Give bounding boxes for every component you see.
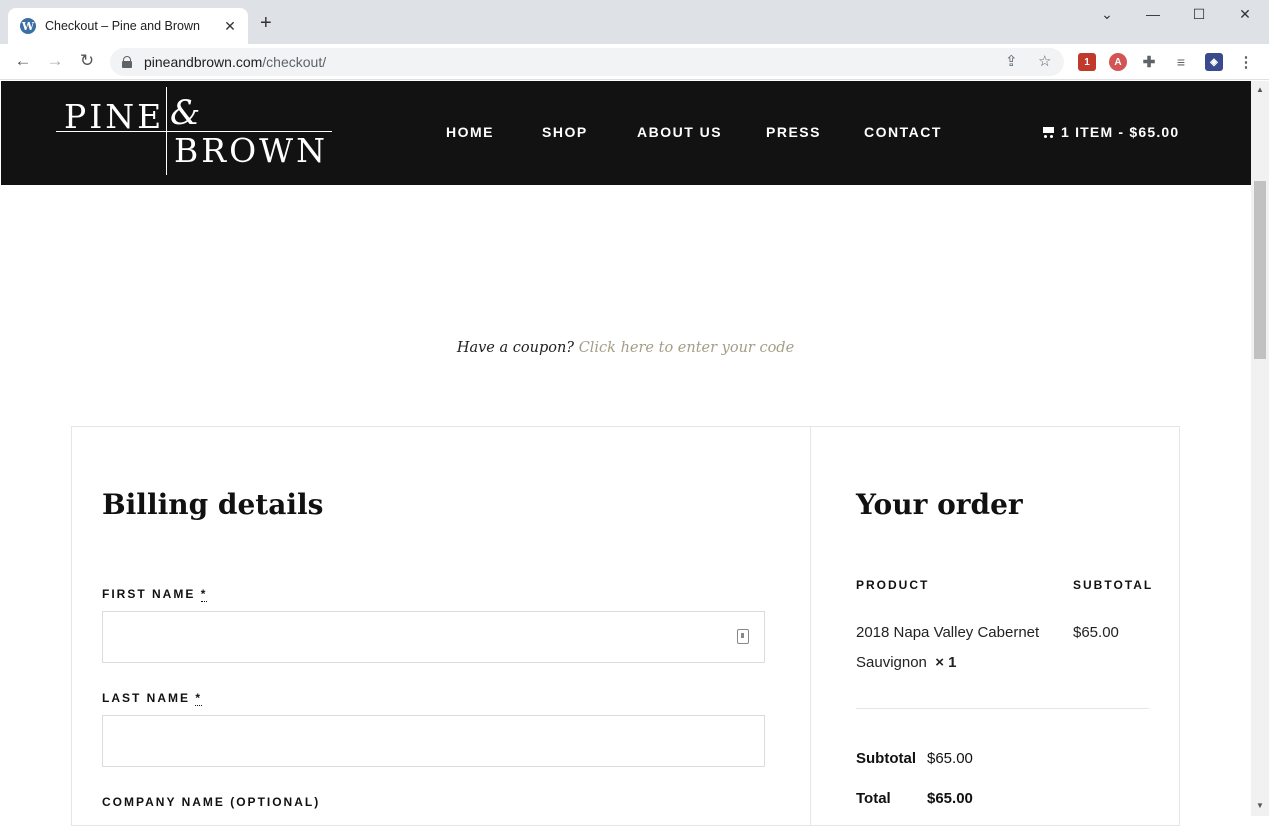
order-col-subtotal: SUBTOTAL [1073,578,1154,592]
back-icon[interactable]: ← [12,51,34,71]
autofill-contact-icon[interactable] [737,629,749,644]
cart-summary: 1 ITEM - $65.00 [1061,124,1180,140]
last-name-label: LAST NAME * [102,691,203,706]
lock-icon [122,56,132,68]
order-divider [856,708,1149,709]
subtotal-label: Subtotal [856,750,916,767]
nav-shop[interactable]: SHOP [542,124,588,140]
url-path: /checkout/ [262,54,327,70]
extension-badge-icon[interactable]: 1 [1078,53,1096,71]
billing-title: Billing details [102,488,324,521]
address-bar[interactable]: pineandbrown.com/checkout/ ⇪ ☆ [110,48,1064,76]
scroll-up-icon[interactable]: ▲ [1256,85,1264,94]
close-window-icon[interactable]: ✕ [1235,6,1255,23]
extension-a-icon[interactable]: A [1109,53,1127,71]
tab-title: Checkout – Pine and Brown [45,19,200,33]
logo-pine: PINE [64,97,165,136]
site-logo[interactable]: PINE & BROWN [56,85,336,175]
close-tab-icon[interactable]: ✕ [222,18,238,35]
share-icon[interactable]: ⇪ [1005,52,1018,70]
logo-ampersand: & [170,93,201,133]
scroll-thumb[interactable] [1254,181,1266,359]
first-name-input[interactable] [102,611,765,663]
wordpress-icon: W [20,18,36,34]
logo-brown: BROWN [174,131,328,170]
page-scrollbar[interactable]: ▲ ▼ [1251,81,1269,816]
browser-tab-bar: W Checkout – Pine and Brown ✕ + ⌄ — ☐ ✕ [0,0,1269,44]
browser-tab[interactable]: W Checkout – Pine and Brown ✕ [8,8,248,44]
coupon-prompt: Have a coupon? [456,340,575,356]
browser-toolbar: ← → ↻ pineandbrown.com/checkout/ ⇪ ☆ 1 A… [0,44,1269,80]
puzzle-icon[interactable]: ✚ [1140,53,1158,71]
forward-icon[interactable]: → [44,51,66,71]
order-title: Your order [856,488,1023,521]
menu-kebab-icon[interactable]: ⋮ [1237,53,1255,71]
total-label: Total [856,790,891,807]
extension-badge-count: 1 [1084,56,1090,68]
nav-home[interactable]: HOME [446,124,494,140]
required-mark: * [200,587,208,602]
order-product-qty: × 1 [935,654,957,671]
reading-list-icon[interactable]: ≡ [1172,53,1190,71]
new-tab-icon[interactable]: + [260,13,272,33]
bookmark-star-icon[interactable]: ☆ [1038,52,1051,70]
last-name-input[interactable] [102,715,765,767]
order-col-product: PRODUCT [856,578,930,592]
nav-contact[interactable]: CONTACT [864,124,942,140]
first-name-label: FIRST NAME * [102,587,208,602]
order-product-price: $65.00 [1073,624,1119,641]
coupon-notice: Have a coupon? Click here to enter your … [0,340,1251,356]
maximize-icon[interactable]: ☐ [1189,6,1209,23]
cart-icon [1041,126,1055,138]
profile-icon[interactable]: ◈ [1205,53,1223,71]
required-mark: * [195,691,203,706]
nav-press[interactable]: PRESS [766,124,821,140]
panel-divider [810,426,811,826]
subtotal-value: $65.00 [927,750,973,767]
url-domain: pineandbrown.com [144,54,263,70]
minimize-icon[interactable]: — [1143,6,1163,22]
order-product-name: 2018 Napa Valley Cabernet Sauvignon × 1 [856,624,1040,671]
nav-about-us[interactable]: ABOUT US [637,124,722,140]
total-value: $65.00 [927,790,973,807]
site-header: PINE & BROWN HOME SHOP ABOUT US PRESS CO… [1,81,1251,185]
scroll-down-icon[interactable]: ▼ [1256,801,1264,810]
cart-link[interactable]: 1 ITEM - $65.00 [1041,124,1179,140]
tab-search-icon[interactable]: ⌄ [1097,6,1117,23]
reload-icon[interactable]: ↻ [76,51,98,71]
company-name-label: COMPANY NAME (OPTIONAL) [102,795,321,809]
coupon-link[interactable]: Click here to enter your code [579,340,794,356]
